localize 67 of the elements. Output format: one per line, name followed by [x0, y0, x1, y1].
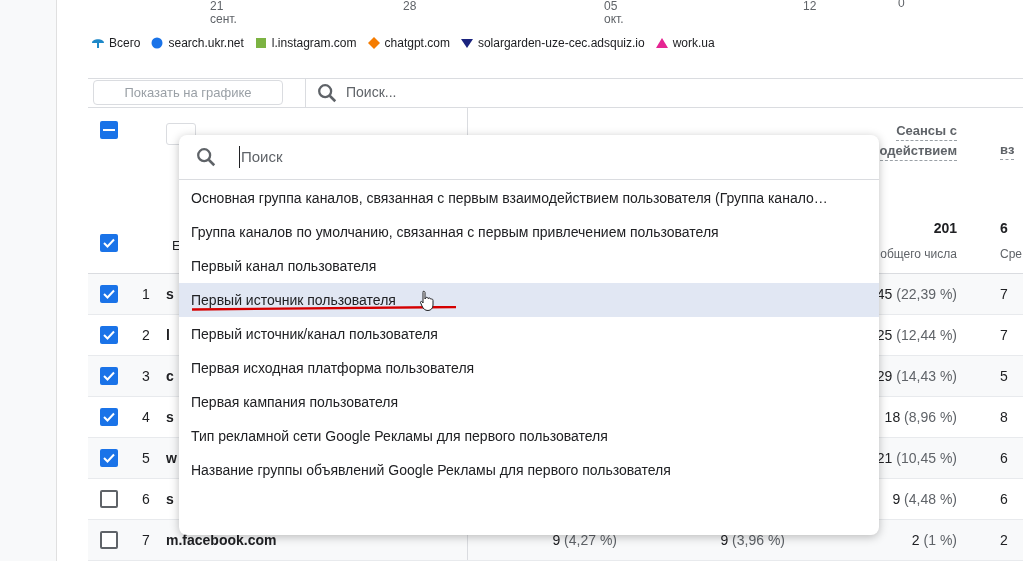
row-index: 1 [141, 284, 151, 304]
column-total-caption: Сре [1000, 246, 1022, 263]
table-cell-text: s [166, 407, 174, 427]
table-cell-text: 9 (4,27 %) [552, 530, 617, 550]
axis-tick-label: сент. [210, 13, 237, 26]
table-cell-text: m.facebook.com [166, 530, 277, 550]
table-cell: 7 [1000, 286, 1008, 302]
dropdown-option[interactable]: Первый канал пользователя [179, 249, 879, 283]
dropdown-option[interactable]: Группа каналов по умолчанию, связанная с первым привлечением пользователя [179, 215, 879, 249]
row-index: 7 [141, 530, 151, 550]
column-total-caption: общего числа [880, 246, 957, 263]
dropdown-option[interactable]: Тип рекламной сети Google Рекламы для первого пользователя [179, 419, 879, 453]
dropdown-option[interactable]: Первая исходная платформа пользователя [179, 351, 879, 385]
table-cell-text: w [166, 448, 177, 468]
table-cell: 7 [1000, 327, 1008, 343]
table-cell-text: 18 (8,96 %) [884, 407, 957, 427]
checkbox[interactable] [100, 531, 118, 549]
axis-tick-label: 12 [803, 0, 817, 13]
checkbox[interactable] [100, 449, 118, 467]
dropdown-option[interactable]: Название группы объявлений Google Рекламы для первого пользователя [179, 453, 879, 487]
table-cell: 6 [1000, 450, 1008, 466]
checkbox[interactable] [100, 490, 118, 508]
search-field[interactable]: Поиск... [306, 78, 1023, 107]
checkbox[interactable] [100, 285, 118, 303]
dropdown-option[interactable]: Основная группа каналов, связанная с первым взаимодействием пользователя (Группа канало… [179, 181, 879, 215]
table-cell-text: s [166, 284, 174, 304]
axis-tick-label: 28 [403, 0, 417, 13]
table-cell-text: 9 (4,48 %) [892, 489, 957, 509]
table-cell-text: 2 (1 %) [911, 530, 957, 550]
table-cell: 5 [1000, 368, 1008, 384]
row-index: 3 [141, 366, 151, 386]
table-cell: 6 [1000, 491, 1008, 507]
hand-cursor-icon [419, 290, 435, 312]
axis-tick-label: окт. [604, 13, 624, 26]
column-total: 6 [1000, 219, 1008, 238]
dropdown-option[interactable]: Первая кампания пользователя [179, 385, 879, 419]
row-index: 5 [141, 448, 151, 468]
legend-label: l.instagram.com [271, 34, 357, 52]
axis-tick-label: 05 [604, 0, 618, 13]
legend-label: Всего [109, 34, 141, 52]
table-cell-text: c [166, 366, 174, 386]
column-header: Сеансы с [896, 122, 957, 141]
checkbox[interactable] [100, 326, 118, 344]
legend-label: solargarden-uze-cec.adsquiz.io [477, 34, 645, 52]
checkbox[interactable] [100, 367, 118, 385]
dropdown-option[interactable]: Первый источник/канал пользователя [179, 317, 879, 351]
legend-label: chatgpt.com [384, 34, 450, 52]
row-index: 4 [141, 407, 151, 427]
table-cell-text: l [166, 325, 170, 345]
checkbox[interactable] [100, 121, 118, 139]
column-total: 201 [933, 219, 957, 238]
axis-tick-label: 21 [210, 0, 224, 13]
checkbox[interactable] [100, 408, 118, 426]
table-cell: 8 [1000, 409, 1008, 425]
table-cell-text: s [166, 489, 174, 509]
legend-label: work.ua [672, 34, 715, 52]
legend-label: search.ukr.net [168, 34, 244, 52]
dropdown-search-field[interactable]: Поиск [179, 135, 879, 180]
column-header: вз [1000, 141, 1015, 160]
dropdown-option[interactable]: Первый источник пользователя [179, 283, 879, 317]
search-icon [316, 81, 338, 104]
table-cell-text: 9 (3,96 %) [720, 530, 785, 550]
checkbox[interactable] [100, 234, 118, 252]
table-cell: 2 [1000, 532, 1008, 548]
row-index: 2 [141, 325, 151, 345]
search-icon [195, 146, 217, 168]
row-index: 6 [141, 489, 151, 509]
